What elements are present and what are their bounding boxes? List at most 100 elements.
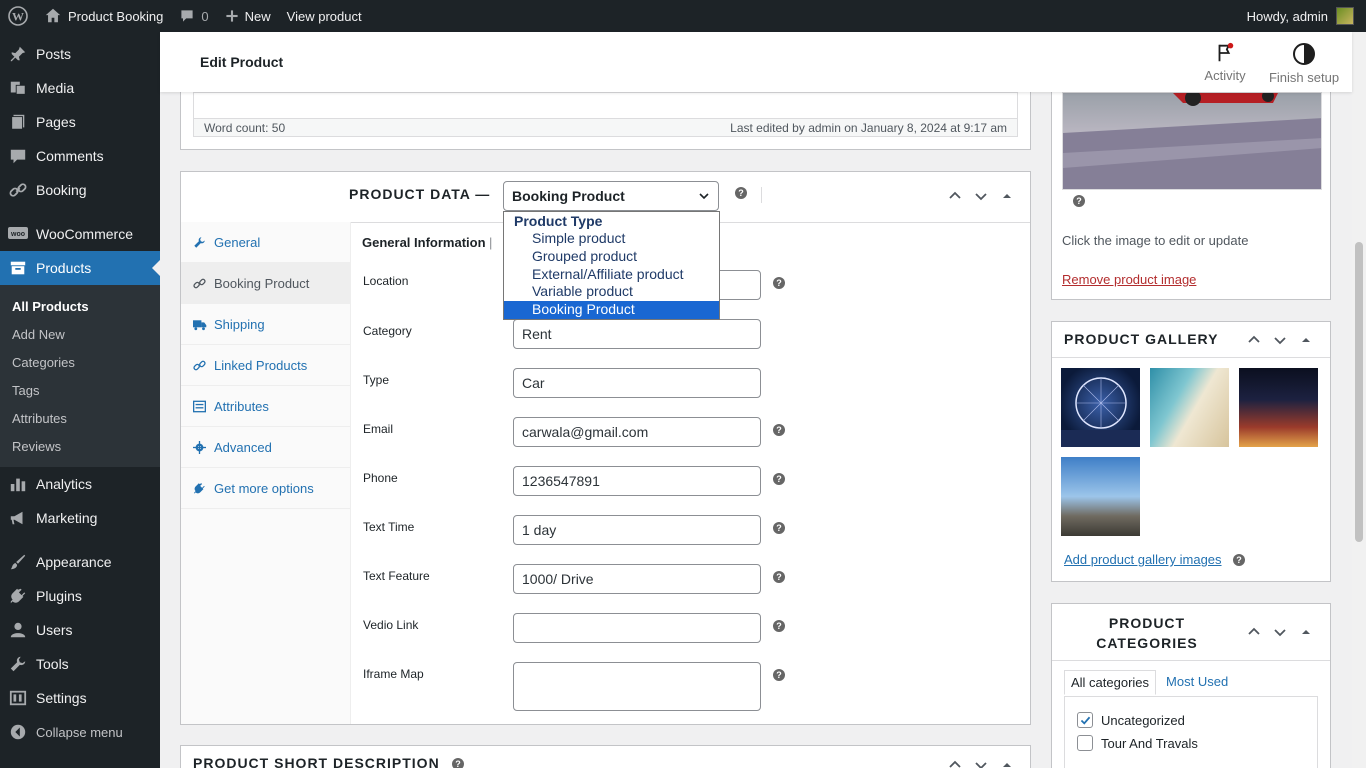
- menu-plugins[interactable]: Plugins: [0, 579, 160, 613]
- menu-products[interactable]: Products: [0, 251, 160, 285]
- menu-marketing[interactable]: Marketing: [0, 501, 160, 535]
- type-input[interactable]: Car: [513, 368, 761, 398]
- short-description-help-icon[interactable]: ?: [452, 758, 464, 768]
- option-simple-product[interactable]: Simple product: [504, 230, 719, 248]
- field-label-text-feature: Text Feature: [363, 569, 430, 583]
- howdy-text: Howdy, admin: [1246, 8, 1328, 24]
- category-input[interactable]: Rent: [513, 319, 761, 349]
- phone-help-icon[interactable]: ?: [773, 473, 785, 485]
- content-editor-area[interactable]: [193, 92, 1018, 119]
- submenu-tags[interactable]: Tags: [0, 376, 160, 404]
- menu-woocommerce[interactable]: woo WooCommerce: [0, 217, 160, 251]
- iframe-map-textarea[interactable]: [513, 662, 761, 711]
- finish-setup-button[interactable]: Finish setup: [1266, 42, 1342, 85]
- page-scrollbar[interactable]: [1352, 32, 1366, 768]
- menu-media[interactable]: Media: [0, 71, 160, 105]
- add-gallery-images-link[interactable]: Add product gallery images: [1064, 552, 1222, 567]
- menu-comments[interactable]: Comments: [0, 139, 160, 173]
- checkbox-checked[interactable]: [1077, 712, 1093, 728]
- tab-attributes[interactable]: Attributes: [181, 386, 350, 427]
- collapse-toggle-icon[interactable]: [999, 757, 1015, 768]
- product-type-select[interactable]: Booking Product: [503, 181, 719, 211]
- category-item-uncategorized[interactable]: Uncategorized: [1077, 712, 1185, 728]
- gallery-image-3[interactable]: [1239, 368, 1318, 447]
- site-name-link[interactable]: Product Booking: [36, 0, 171, 32]
- submenu-all-products[interactable]: All Products: [0, 292, 160, 320]
- comments-link[interactable]: 0: [171, 0, 216, 32]
- tab-most-used[interactable]: Most Used: [1156, 670, 1238, 695]
- move-up-icon[interactable]: [947, 188, 963, 204]
- menu-products-label: Products: [36, 260, 92, 276]
- iframe-map-help-icon[interactable]: ?: [773, 669, 785, 681]
- menu-woocommerce-label: WooCommerce: [36, 226, 133, 242]
- collapse-toggle-icon[interactable]: [1298, 332, 1314, 348]
- submenu-categories[interactable]: Categories: [0, 348, 160, 376]
- scrollbar-thumb[interactable]: [1355, 242, 1363, 542]
- option-external-affiliate-product[interactable]: External/Affiliate product: [504, 266, 719, 284]
- dropdown-group-label: Product Type: [514, 213, 603, 229]
- move-down-icon[interactable]: [1272, 332, 1288, 348]
- menu-collapse[interactable]: Collapse menu: [0, 715, 160, 749]
- menu-pages[interactable]: Pages: [0, 105, 160, 139]
- tab-get-more-options[interactable]: Get more options: [181, 468, 350, 509]
- move-up-icon[interactable]: [1246, 332, 1262, 348]
- move-down-icon[interactable]: [973, 188, 989, 204]
- menu-appearance[interactable]: Appearance: [0, 545, 160, 579]
- phone-input[interactable]: 1236547891: [513, 466, 761, 496]
- menu-analytics[interactable]: Analytics: [0, 467, 160, 501]
- menu-tools[interactable]: Tools: [0, 647, 160, 681]
- gallery-image-4[interactable]: [1061, 457, 1140, 536]
- option-booking-product[interactable]: Booking Product: [504, 301, 719, 319]
- option-grouped-product[interactable]: Grouped product: [504, 248, 719, 266]
- menu-booking[interactable]: Booking: [0, 173, 160, 207]
- tab-all-categories[interactable]: All categories: [1064, 670, 1157, 695]
- checkbox-unchecked[interactable]: [1077, 735, 1093, 751]
- gallery-image-1[interactable]: [1061, 368, 1140, 447]
- option-variable-product[interactable]: Variable product: [504, 283, 719, 301]
- collapse-arrow-icon: [8, 722, 28, 742]
- menu-posts[interactable]: Posts: [0, 37, 160, 71]
- new-content-link[interactable]: New: [217, 0, 279, 32]
- location-help-icon[interactable]: ?: [773, 277, 785, 289]
- text-feature-help-icon[interactable]: ?: [773, 571, 785, 583]
- product-image[interactable]: [1062, 92, 1322, 190]
- view-product-link[interactable]: View product: [279, 0, 370, 32]
- text-time-help-icon[interactable]: ?: [773, 522, 785, 534]
- my-account[interactable]: Howdy, admin: [1247, 7, 1366, 25]
- wordpress-logo-icon[interactable]: W: [0, 0, 36, 32]
- product-gallery-title: PRODUCT GALLERY: [1064, 331, 1219, 347]
- product-type-help-icon[interactable]: ?: [735, 187, 747, 199]
- remove-product-image-link[interactable]: Remove product image: [1062, 272, 1196, 287]
- tab-linked-products[interactable]: Linked Products: [181, 345, 350, 386]
- tab-booking-product[interactable]: Booking Product: [181, 263, 350, 304]
- text-feature-input[interactable]: 1000/ Drive: [513, 564, 761, 594]
- tab-shipping[interactable]: Shipping: [181, 304, 350, 345]
- email-help-icon[interactable]: ?: [773, 424, 785, 436]
- move-up-icon[interactable]: [947, 757, 963, 768]
- submenu-reviews[interactable]: Reviews: [0, 432, 160, 460]
- tab-advanced[interactable]: Advanced: [181, 427, 350, 468]
- move-down-icon[interactable]: [1272, 624, 1288, 640]
- list-table-icon: [193, 400, 207, 413]
- menu-settings[interactable]: Settings: [0, 681, 160, 715]
- collapse-toggle-icon[interactable]: [1298, 624, 1314, 640]
- vedio-link-help-icon[interactable]: ?: [773, 620, 785, 632]
- gallery-help-icon[interactable]: ?: [1233, 554, 1245, 566]
- submenu-add-new[interactable]: Add New: [0, 320, 160, 348]
- collapse-toggle-icon[interactable]: [999, 188, 1015, 204]
- site-name: Product Booking: [68, 8, 164, 24]
- move-up-icon[interactable]: [1246, 624, 1262, 640]
- email-input[interactable]: carwala@gmail.com: [513, 417, 761, 447]
- submenu-attributes[interactable]: Attributes: [0, 404, 160, 432]
- tab-general[interactable]: General: [181, 222, 350, 263]
- menu-users[interactable]: Users: [0, 613, 160, 647]
- category-item-tour-and-travals[interactable]: Tour And Travals: [1077, 735, 1198, 751]
- move-down-icon[interactable]: [973, 757, 989, 768]
- vedio-link-input[interactable]: [513, 613, 761, 643]
- text-time-input[interactable]: 1 day: [513, 515, 761, 545]
- product-image-help-icon[interactable]: ?: [1073, 195, 1085, 207]
- product-image-hint: Click the image to edit or update: [1062, 233, 1249, 248]
- tab-general-label: General: [214, 234, 261, 250]
- activity-button[interactable]: Activity: [1200, 42, 1250, 83]
- gallery-image-2[interactable]: [1150, 368, 1229, 447]
